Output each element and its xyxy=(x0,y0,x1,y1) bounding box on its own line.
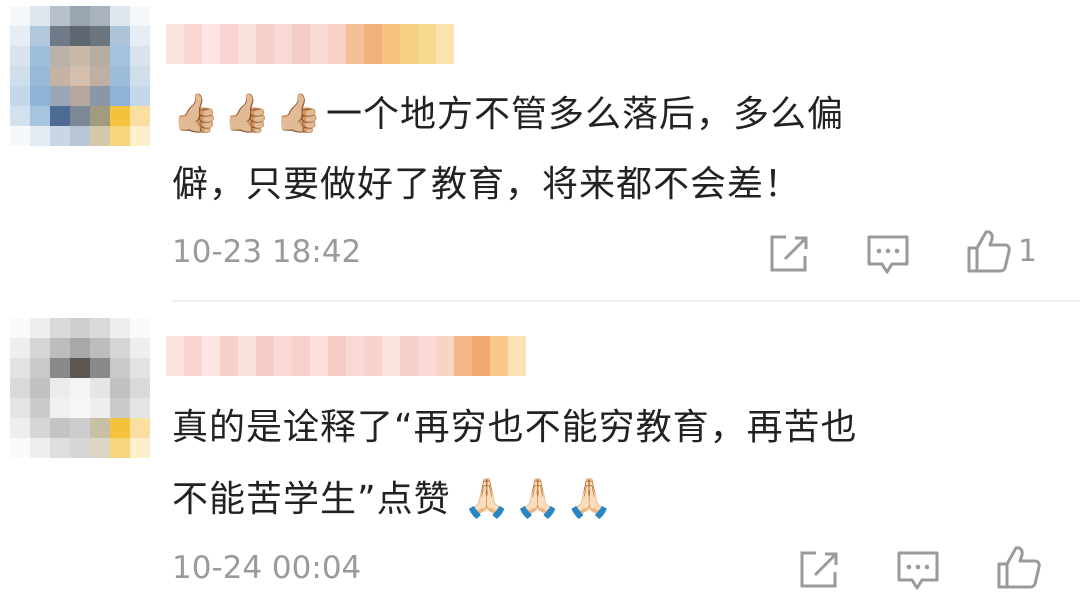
comment-text: 真的是诠释了“再穷也不能穷教育，再苦也 不能苦学生”点赞 🙏🏻🙏🏻🙏🏻 xyxy=(172,393,1052,535)
like-button[interactable]: 1 xyxy=(966,228,1037,274)
comment-item: 👍🏼👍🏼👍🏼一个地方不管多么落后，多么偏 僻，只要做好了教育，将来都不会差！ 1… xyxy=(0,0,1080,300)
like-button[interactable] xyxy=(996,544,1042,590)
comment-timestamp: 10-24 00:04 xyxy=(172,550,362,586)
reply-icon xyxy=(897,551,939,590)
comment-text-line2: 不能苦学生”点赞 xyxy=(172,479,451,520)
comment-text-line2: 僻，只要做好了教育，将来都不会差！ xyxy=(172,164,802,205)
comment-text-line: 真的是诠释了“再穷也不能穷教育，再苦也 xyxy=(172,393,1052,463)
comment-text-line1: 一个地方不管多么落后，多么偏 xyxy=(325,94,844,135)
avatar[interactable] xyxy=(10,6,150,146)
thumbs-up-icon xyxy=(997,546,1041,589)
comment-text-line1: 真的是诠释了“再穷也不能穷教育，再苦也 xyxy=(172,407,858,448)
comment-text-line: 👍🏼👍🏼👍🏼一个地方不管多么落后，多么偏 xyxy=(172,78,1052,150)
comment-text-line: 僻，只要做好了教育，将来都不会差！ xyxy=(172,150,1052,220)
username-blurred[interactable] xyxy=(166,336,526,376)
thumbs-up-icon xyxy=(967,230,1011,273)
share-button[interactable] xyxy=(768,234,810,274)
share-icon xyxy=(800,551,838,588)
share-button[interactable] xyxy=(798,550,840,590)
comment-timestamp: 10-23 18:42 xyxy=(172,234,362,270)
praying-hands-emoji: 🙏🏻🙏🏻🙏🏻 xyxy=(463,476,618,520)
comment-item: 真的是诠释了“再穷也不能穷教育，再苦也 不能苦学生”点赞 🙏🏻🙏🏻🙏🏻 10-2… xyxy=(0,300,1080,608)
share-icon xyxy=(770,235,808,272)
reply-button[interactable] xyxy=(896,550,940,592)
comment-text-line: 不能苦学生”点赞 🙏🏻🙏🏻🙏🏻 xyxy=(172,463,1052,535)
reply-button[interactable] xyxy=(866,234,910,276)
avatar[interactable] xyxy=(10,318,150,458)
thumbs-up-emoji: 👍🏼👍🏼👍🏼 xyxy=(172,91,326,135)
reply-icon xyxy=(867,235,909,274)
username-blurred[interactable] xyxy=(166,24,454,64)
like-count: 1 xyxy=(1018,233,1038,269)
comment-text: 👍🏼👍🏼👍🏼一个地方不管多么落后，多么偏 僻，只要做好了教育，将来都不会差！ xyxy=(172,78,1052,220)
